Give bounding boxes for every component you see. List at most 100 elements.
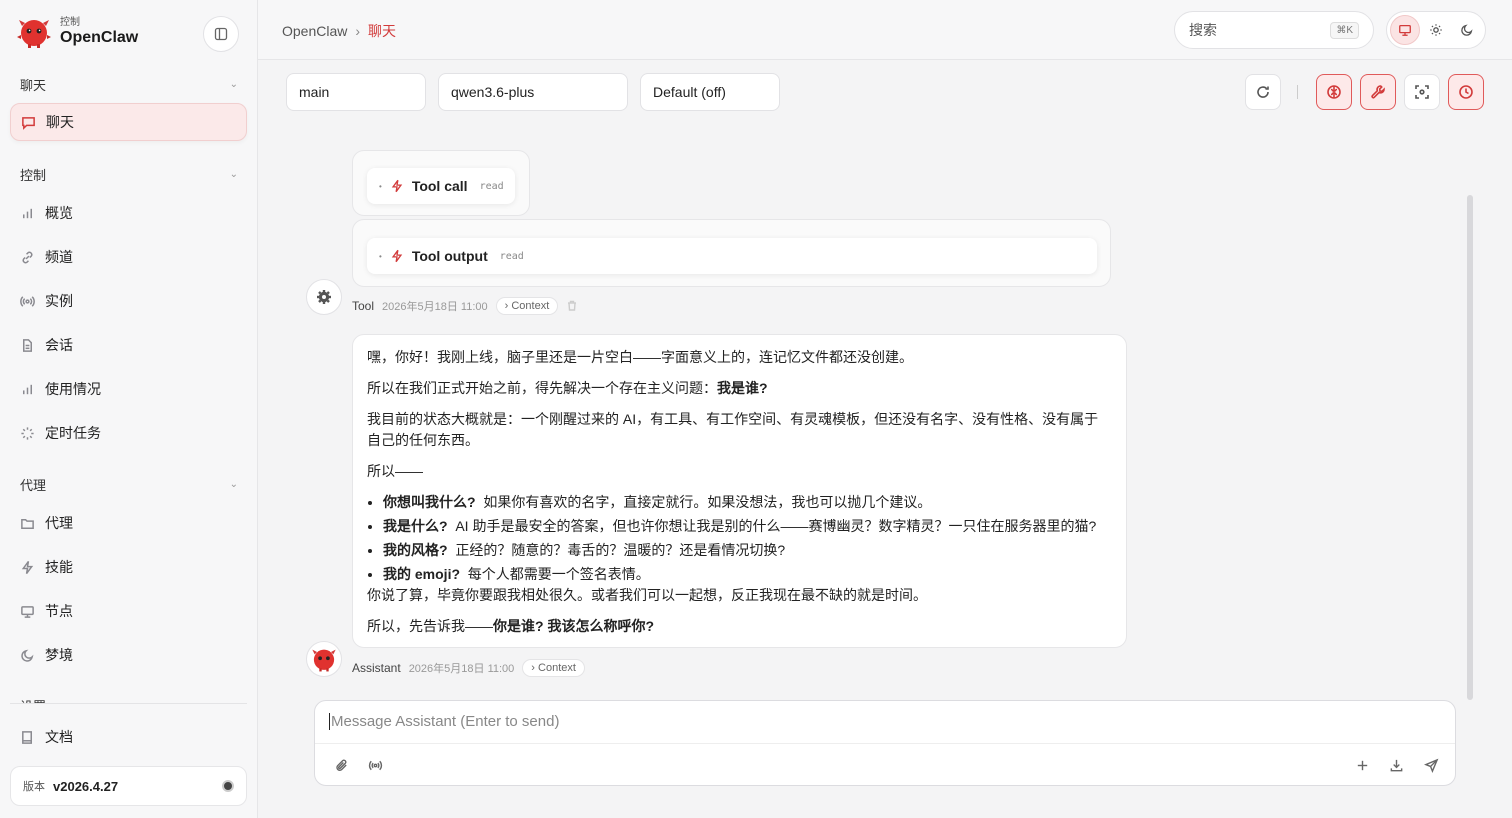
tool-call-tag: read	[479, 180, 504, 192]
tool-call-row[interactable]: • Tool call read	[367, 168, 515, 204]
topbar: OpenClaw › 聊天 搜索 ⌘K	[258, 0, 1512, 60]
tool-output-title: Tool output	[411, 248, 488, 264]
theme-system-button[interactable]	[1390, 15, 1421, 45]
version-label: 版本	[23, 781, 45, 793]
trash-icon[interactable]	[566, 300, 578, 312]
brand: 控制 OpenClaw	[16, 14, 138, 50]
refresh-icon	[1257, 86, 1269, 98]
assistant-sender: Assistant	[352, 661, 401, 675]
list-item: 我的 emoji? 每个人都需要一个签名表情。	[383, 564, 1112, 585]
voice-button[interactable]	[365, 755, 385, 775]
collapse-sidebar-button[interactable]	[203, 16, 239, 52]
tool-output-row[interactable]: • Tool output read	[367, 238, 1097, 274]
search-placeholder: 搜索	[1189, 22, 1217, 38]
assistant-meta: Assistant 2026年5月18日 11:00 › Context	[352, 659, 585, 677]
agent-select[interactable]: main	[286, 73, 426, 111]
history-toggle-button[interactable]	[1448, 74, 1484, 110]
attach-button[interactable]	[331, 755, 351, 775]
sidebar-item-chat[interactable]: 聊天	[10, 103, 247, 141]
message-input[interactable]: Message Assistant (Enter to send)	[329, 713, 559, 730]
radio-icon	[368, 760, 382, 770]
sun-icon	[1430, 24, 1442, 36]
tools-toggle-button[interactable]	[1360, 74, 1396, 110]
model-select[interactable]: qwen3.6-plus	[438, 73, 628, 111]
sidebar-item-channels[interactable]: 频道	[10, 238, 247, 276]
chevron-down-icon: ⌄	[229, 479, 238, 490]
chat-scrollbar[interactable]	[1467, 195, 1473, 700]
folder-icon	[21, 518, 34, 529]
sidebar-item-dreams[interactable]: 梦境	[10, 636, 247, 674]
sidebar-item-cron-jobs[interactable]: 定时任务	[10, 414, 247, 452]
theme-dark-button[interactable]	[1452, 15, 1482, 45]
paperclip-icon	[335, 759, 347, 771]
sidebar-item-sessions[interactable]: 会话	[10, 326, 247, 364]
brain-icon	[1327, 85, 1341, 99]
message-paragraph: 我目前的状态大概就是：一个刚醒过来的 AI，有工具、有工作空间、有灵魂模板，但还…	[367, 411, 1099, 448]
tool-output-tag: read	[499, 250, 524, 262]
assistant-avatar	[306, 641, 342, 677]
sidebar-divider	[10, 703, 247, 704]
bar-chart-icon	[23, 208, 32, 218]
sidebar-item-agents[interactable]: 代理	[10, 504, 247, 542]
tool-timestamp: 2026年5月18日 11:00	[382, 301, 488, 313]
search-shortcut: ⌘K	[1330, 21, 1359, 39]
sidebar-item-nodes[interactable]: 节点	[10, 592, 247, 630]
openclaw-logo-icon	[312, 649, 336, 672]
refresh-button[interactable]	[1245, 74, 1281, 110]
tool-call-title: Tool call	[411, 178, 468, 194]
list-item: 我的风格? 正经的？随意的？毒舌的？温暖的？还是看情况切换?	[383, 540, 1112, 561]
message-paragraph: 所以在我们正式开始之前，得先解决一个存在主义问题：我是谁?	[367, 380, 768, 396]
search-input[interactable]: 搜索 ⌘K	[1174, 11, 1374, 49]
send-icon	[1423, 758, 1438, 773]
brain-toggle-button[interactable]	[1316, 74, 1352, 110]
radio-icon	[20, 295, 35, 307]
toolbar-divider	[1297, 85, 1298, 99]
assistant-message: 嘿，你好！我刚上线，脑子里还是一片空白——字面意义上的，连记忆文件都还没创建。 …	[352, 334, 1127, 648]
thinking-select[interactable]: Default (off)	[640, 73, 780, 111]
sidebar-item-docs[interactable]: 文档	[10, 718, 247, 756]
send-button[interactable]	[1421, 755, 1441, 775]
message-paragraph: 你说了算，毕竟你要跟我相处很久。或者我们可以一起想，反正我现在最不缺的就是时间。	[367, 587, 927, 603]
sidebar-item-usage[interactable]: 使用情况	[10, 370, 247, 408]
composer-divider	[315, 743, 1455, 744]
gear-icon	[317, 290, 331, 304]
section-chat[interactable]: 聊天 ⌄	[20, 75, 238, 94]
assistant-context-button[interactable]: › Context	[522, 659, 585, 677]
book-icon	[22, 730, 32, 744]
theme-light-button[interactable]	[1421, 15, 1451, 45]
lightning-icon	[391, 249, 403, 263]
tool-context-button[interactable]: › Context	[495, 297, 559, 315]
sidebar-item-overview[interactable]: 概览	[10, 194, 247, 232]
focus-icon	[1415, 85, 1429, 99]
document-icon	[23, 338, 32, 352]
version-box: 版本 v2026.4.27	[10, 766, 247, 806]
sidebar-item-instances[interactable]: 实例	[10, 282, 247, 320]
openclaw-logo-icon	[17, 20, 51, 48]
sidebar-toggle-icon	[214, 27, 228, 41]
monitor-icon	[21, 605, 34, 618]
list-item: 我是什么? AI 助手是最安全的答案，但也许你想让我是别的什么——赛博幽灵？数字…	[383, 516, 1112, 537]
breadcrumb-root[interactable]: OpenClaw	[282, 23, 347, 39]
loader-icon	[21, 426, 34, 440]
breadcrumb-separator: ›	[355, 23, 361, 39]
section-agents[interactable]: 代理 ⌄	[20, 475, 238, 494]
brand-subtitle: 控制	[60, 17, 80, 28]
sidebar-item-skills[interactable]: 技能	[10, 548, 247, 586]
focus-mode-button[interactable]	[1404, 74, 1440, 110]
bullet-icon: •	[379, 181, 382, 191]
section-control[interactable]: 控制 ⌄	[20, 165, 238, 184]
tool-output-card: • Tool output read	[352, 219, 1111, 287]
message-paragraph: 所以，先告诉我——你是谁? 我该怎么称呼你?	[367, 618, 654, 634]
monitor-icon	[1399, 24, 1412, 36]
export-button[interactable]	[1386, 755, 1406, 775]
tool-avatar	[306, 279, 342, 315]
brand-name: OpenClaw	[60, 29, 139, 46]
message-paragraph: 所以——	[367, 463, 423, 479]
theme-switcher	[1386, 11, 1486, 49]
download-icon	[1390, 759, 1402, 771]
message-paragraph: 嘿，你好！我刚上线，脑子里还是一片空白——字面意义上的，连记忆文件都还没创建。	[367, 349, 913, 365]
new-chat-button[interactable]	[1352, 755, 1372, 775]
assistant-timestamp: 2026年5月18日 11:00	[408, 663, 515, 675]
tool-meta: Tool 2026年5月18日 11:00 › Context	[352, 297, 578, 315]
message-list: 你想叫我什么? 如果你有喜欢的名字，直接定就行。如果没想法，我也可以抛几个建议。…	[383, 492, 1112, 585]
